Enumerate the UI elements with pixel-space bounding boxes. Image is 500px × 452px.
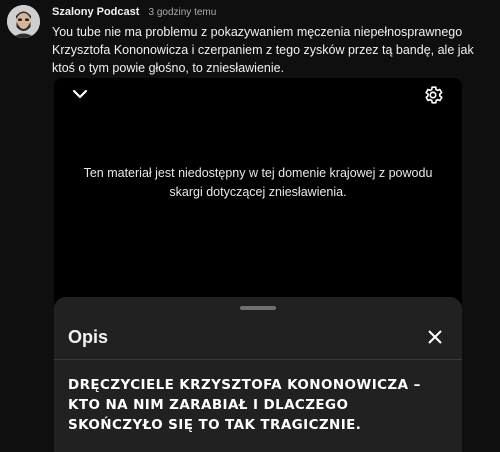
close-icon[interactable]: [427, 329, 443, 345]
description-text: DRĘCZYCIELE KRZYSZTOFA KONONOWICZA – KTO…: [68, 377, 421, 433]
avatar[interactable]: [7, 5, 40, 38]
sheet-title: Opis: [68, 327, 109, 347]
divider: [54, 359, 462, 360]
gear-icon[interactable]: [422, 84, 444, 106]
description-sheet: Opis DRĘCZYCIELE KRZYSZTOFA KONONOWICZA …: [54, 297, 462, 452]
avatar-image: [7, 5, 40, 38]
comment-author[interactable]: Szalony Podcast: [52, 6, 139, 18]
comment-text: You tube nie ma problemu z pokazywaniem …: [52, 25, 474, 75]
drag-handle[interactable]: [240, 306, 276, 310]
comment-timestamp[interactable]: 3 godziny temu: [148, 7, 216, 18]
unavailable-message: Ten materiał jest niedostępny w tej dome…: [83, 166, 433, 199]
video-player[interactable]: Ten materiał jest niedostępny w tej dome…: [54, 78, 462, 310]
chevron-down-icon[interactable]: [71, 87, 89, 101]
comment-header: Szalony Podcast 3 godziny temu: [52, 6, 216, 18]
